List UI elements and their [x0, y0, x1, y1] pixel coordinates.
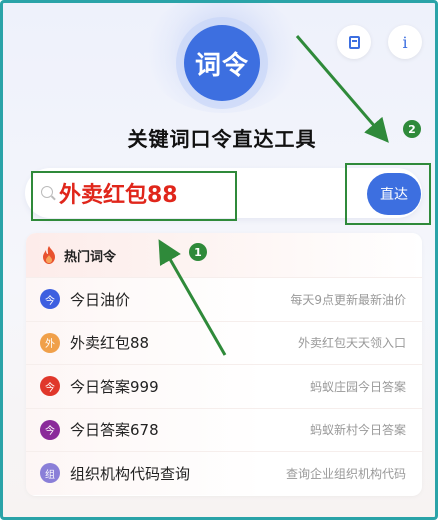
- hot-keyword-row[interactable]: 今今日油价 每天9点更新最新油价: [26, 277, 422, 321]
- bookmark-button[interactable]: [337, 25, 371, 59]
- annotation-marker-1: 1: [189, 243, 207, 261]
- bookmark-icon: [348, 35, 360, 49]
- search-bar: [25, 168, 422, 218]
- hot-keyword-desc: 查询企业组织机构代码: [285, 466, 406, 481]
- flame-icon: [43, 246, 55, 264]
- info-icon: i: [402, 32, 408, 52]
- hot-keyword-badge: 今: [40, 376, 60, 397]
- annotation-marker-2: 2: [403, 120, 421, 138]
- hot-keyword-title: 外卖红包88: [70, 334, 150, 353]
- hot-keyword-desc: 外卖红包天天领入口: [297, 336, 406, 351]
- hot-keyword-row[interactable]: 外外卖红包88 外卖红包天天领入口: [26, 320, 422, 364]
- hot-keyword-badge: 组: [40, 463, 60, 484]
- search-input[interactable]: [59, 175, 249, 211]
- hot-keywords-card: 热门词令 今今日油价 每天9点更新最新油价外外卖红包88 外卖红包天天领入口今今日答…: [26, 233, 422, 496]
- page-title: 关键词口令直达工具: [127, 127, 317, 151]
- info-button[interactable]: i: [388, 25, 422, 59]
- hot-keyword-row[interactable]: 今今日答案678 蚂蚁新村今日答案: [26, 407, 422, 451]
- go-button-label: 直达: [380, 187, 408, 203]
- logo-text: 词令: [194, 50, 249, 81]
- hot-keyword-badge: 外: [40, 332, 60, 353]
- hot-keyword-row[interactable]: 今今日答案999 蚂蚁庄园今日答案: [26, 364, 422, 408]
- hot-keywords-list: 今今日油价 每天9点更新最新油价外外卖红包88 外卖红包天天领入口今今日答案999 蚂…: [26, 277, 422, 495]
- search-icon: [41, 186, 53, 198]
- hot-keywords-title: 热门词令: [64, 249, 117, 265]
- hot-keyword-row[interactable]: 组组织机构代码查询 查询企业组织机构代码: [26, 451, 422, 495]
- go-button[interactable]: 直达: [367, 173, 421, 215]
- hot-keywords-header: 热门词令: [26, 233, 422, 277]
- hot-keyword-title: 今日答案678: [70, 421, 159, 440]
- hot-keyword-desc: 蚂蚁庄园今日答案: [309, 379, 406, 394]
- hot-keyword-title: 组织机构代码查询: [70, 464, 191, 483]
- hot-keyword-badge: 今: [40, 289, 60, 310]
- hot-keyword-desc: 每天9点更新最新油价: [290, 292, 406, 307]
- app-frame: 词令 i 关键词口令直达工具 直达 热门词令 今今日油价每天9点更新最新油价外外…: [0, 0, 438, 520]
- app-logo: 词令: [184, 25, 260, 101]
- hot-keyword-badge: 今: [40, 419, 60, 440]
- hot-keyword-title: 今日油价: [70, 290, 131, 309]
- hot-keyword-desc: 蚂蚁新村今日答案: [309, 423, 406, 438]
- hot-keyword-title: 今日答案999: [70, 377, 159, 396]
